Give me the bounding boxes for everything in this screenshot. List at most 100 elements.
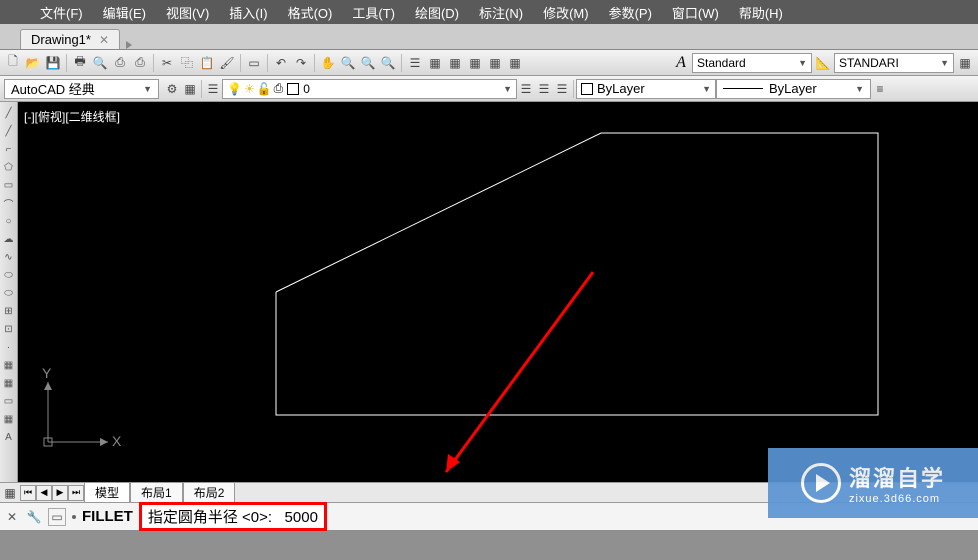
menu-insert[interactable]: 插入(I) [229, 3, 267, 22]
polygon-tool-icon[interactable]: ⬠ [2, 160, 16, 174]
drawing-canvas[interactable]: [-][俯视][二维线框] X Y [18, 102, 978, 482]
play-icon [801, 463, 841, 503]
textstyle-icon[interactable]: A [672, 54, 690, 72]
circle-tool-icon[interactable]: ○ [2, 214, 16, 228]
dimstyle-icon[interactable]: 📐 [814, 54, 832, 72]
color-dropdown[interactable]: ByLayer ▼ [576, 79, 716, 99]
zoom-icon[interactable]: 🔍 [339, 54, 357, 72]
ellipsearc-tool-icon[interactable]: ⬭ [2, 286, 16, 300]
workspace-dropdown[interactable]: AutoCAD 经典 ▼ [4, 79, 159, 99]
save-icon[interactable]: 💾 [44, 54, 62, 72]
separator [267, 54, 268, 72]
quickview-layouts-icon[interactable]: ▦ [0, 484, 20, 502]
watermark-url: zixue.3d66.com [849, 493, 945, 505]
zoom-window-icon[interactable]: 🔍 [379, 54, 397, 72]
layer-dropdown[interactable]: 💡 ☀ 🔓 ⎙ 0 ▼ [222, 79, 517, 99]
menu-dimension[interactable]: 标注(N) [479, 3, 523, 22]
watermark-title: 溜溜自学 [849, 461, 945, 493]
print-preview-icon[interactable]: 🔍 [91, 54, 109, 72]
designcenter-icon[interactable]: ▦ [426, 54, 444, 72]
spline-tool-icon[interactable]: ∿ [2, 250, 16, 264]
menu-parametric[interactable]: 参数(P) [609, 3, 652, 22]
linetype-dropdown[interactable]: ByLayer ▼ [716, 79, 871, 99]
dimstyle-dropdown[interactable]: STANDARI ▼ [834, 53, 954, 73]
point-tool-icon[interactable]: · [2, 340, 16, 354]
layer-name: 0 [303, 82, 310, 96]
publish-icon[interactable]: ⎙ [111, 54, 129, 72]
menu-window[interactable]: 窗口(W) [672, 3, 719, 22]
layout-tab-layout2[interactable]: 布局2 [183, 482, 236, 503]
layout-nav: ⏮ ◀ ▶ ⏭ [20, 485, 84, 501]
cut-icon[interactable]: ✂ [158, 54, 176, 72]
menu-edit[interactable]: 编辑(E) [103, 3, 146, 22]
command-text: FILLET 指定圆角半径 <0>: 5000 [82, 502, 327, 531]
mtext-tool-icon[interactable]: A [2, 430, 16, 444]
revcloud-tool-icon[interactable]: ☁ [2, 232, 16, 246]
menu-draw[interactable]: 绘图(D) [415, 3, 459, 22]
pan-icon[interactable]: ✋ [319, 54, 337, 72]
layout-nav-prev-icon[interactable]: ◀ [36, 485, 52, 501]
sheetset-icon[interactable]: ▦ [466, 54, 484, 72]
menu-view[interactable]: 视图(V) [166, 3, 209, 22]
tab-new-icon[interactable] [126, 41, 132, 49]
menu-file[interactable]: 文件(F) [40, 3, 83, 22]
menu-modify[interactable]: 修改(M) [543, 3, 589, 22]
copy-icon[interactable]: ⿻ [178, 54, 196, 72]
layout-nav-next-icon[interactable]: ▶ [52, 485, 68, 501]
separator [401, 54, 402, 72]
markup-icon[interactable]: ▦ [486, 54, 504, 72]
hatch-tool-icon[interactable]: ▦ [2, 358, 16, 372]
chevron-down-icon: ▼ [143, 84, 152, 94]
layout-tab-layout1[interactable]: 布局1 [130, 482, 183, 503]
toolpalettes-icon[interactable]: ▦ [446, 54, 464, 72]
separator [573, 80, 574, 98]
document-tab-drawing1[interactable]: Drawing1* ✕ [20, 29, 120, 49]
ellipse-tool-icon[interactable]: ⬭ [2, 268, 16, 282]
workspace-toolbar: AutoCAD 经典 ▼ ⚙ ▦ ☰ 💡 ☀ 🔓 ⎙ 0 ▼ ☰ ☰ ☰ ByL… [0, 76, 978, 102]
polyline-tool-icon[interactable]: ⌐ [2, 142, 16, 156]
zoom-previous-icon[interactable]: 🔍 [359, 54, 377, 72]
command-recent-icon[interactable]: ▭ [48, 508, 66, 526]
layout-nav-last-icon[interactable]: ⏭ [68, 485, 84, 501]
layer-state-icon[interactable]: ☰ [535, 80, 553, 98]
open-icon[interactable]: 📂 [24, 54, 42, 72]
print-icon[interactable]: 🖶 [71, 54, 89, 72]
menu-tools[interactable]: 工具(T) [352, 3, 395, 22]
layer-manager-icon[interactable]: ☰ [204, 80, 222, 98]
redo-icon[interactable]: ↷ [292, 54, 310, 72]
insert-block-icon[interactable]: ⊞ [2, 304, 16, 318]
arc-tool-icon[interactable]: ⌒ [2, 196, 16, 210]
linetype-sample [723, 88, 763, 89]
paste-icon[interactable]: 📋 [198, 54, 216, 72]
xline-tool-icon[interactable]: ╱ [2, 124, 16, 138]
quickcalc-icon[interactable]: ▦ [506, 54, 524, 72]
match-properties-icon[interactable]: 🖌 [218, 54, 236, 72]
layer-isolate-icon[interactable]: ☰ [553, 80, 571, 98]
layer-previous-icon[interactable]: ☰ [517, 80, 535, 98]
3dprint-icon[interactable]: ⎙ [131, 54, 149, 72]
line-tool-icon[interactable]: ╱ [2, 106, 16, 120]
command-close-icon[interactable]: ✕ [4, 509, 20, 525]
command-wrench-icon[interactable]: 🔧 [26, 509, 42, 525]
tablestyle-icon[interactable]: ▦ [956, 54, 974, 72]
new-icon[interactable]: 🗋 [4, 54, 22, 72]
workspace-save-icon[interactable]: ▦ [181, 80, 199, 98]
undo-icon[interactable]: ↶ [272, 54, 290, 72]
lineweight-icon[interactable]: ≡ [871, 80, 889, 98]
layout-nav-first-icon[interactable]: ⏮ [20, 485, 36, 501]
plot-icon: ⎙ [274, 81, 284, 96]
table-tool-icon[interactable]: ▦ [2, 412, 16, 426]
block-editor-icon[interactable]: ▭ [245, 54, 263, 72]
workspace-gear-icon[interactable]: ⚙ [163, 80, 181, 98]
rectangle-tool-icon[interactable]: ▭ [2, 178, 16, 192]
tab-close-icon[interactable]: ✕ [99, 33, 109, 47]
properties-icon[interactable]: ☰ [406, 54, 424, 72]
menu-format[interactable]: 格式(O) [288, 3, 333, 22]
layout-tab-model[interactable]: 模型 [84, 482, 130, 503]
gradient-tool-icon[interactable]: ▦ [2, 376, 16, 390]
menu-help[interactable]: 帮助(H) [739, 3, 783, 22]
region-tool-icon[interactable]: ▭ [2, 394, 16, 408]
make-block-icon[interactable]: ⊡ [2, 322, 16, 336]
textstyle-dropdown[interactable]: Standard ▼ [692, 53, 812, 73]
command-value: 5000 [285, 509, 318, 526]
